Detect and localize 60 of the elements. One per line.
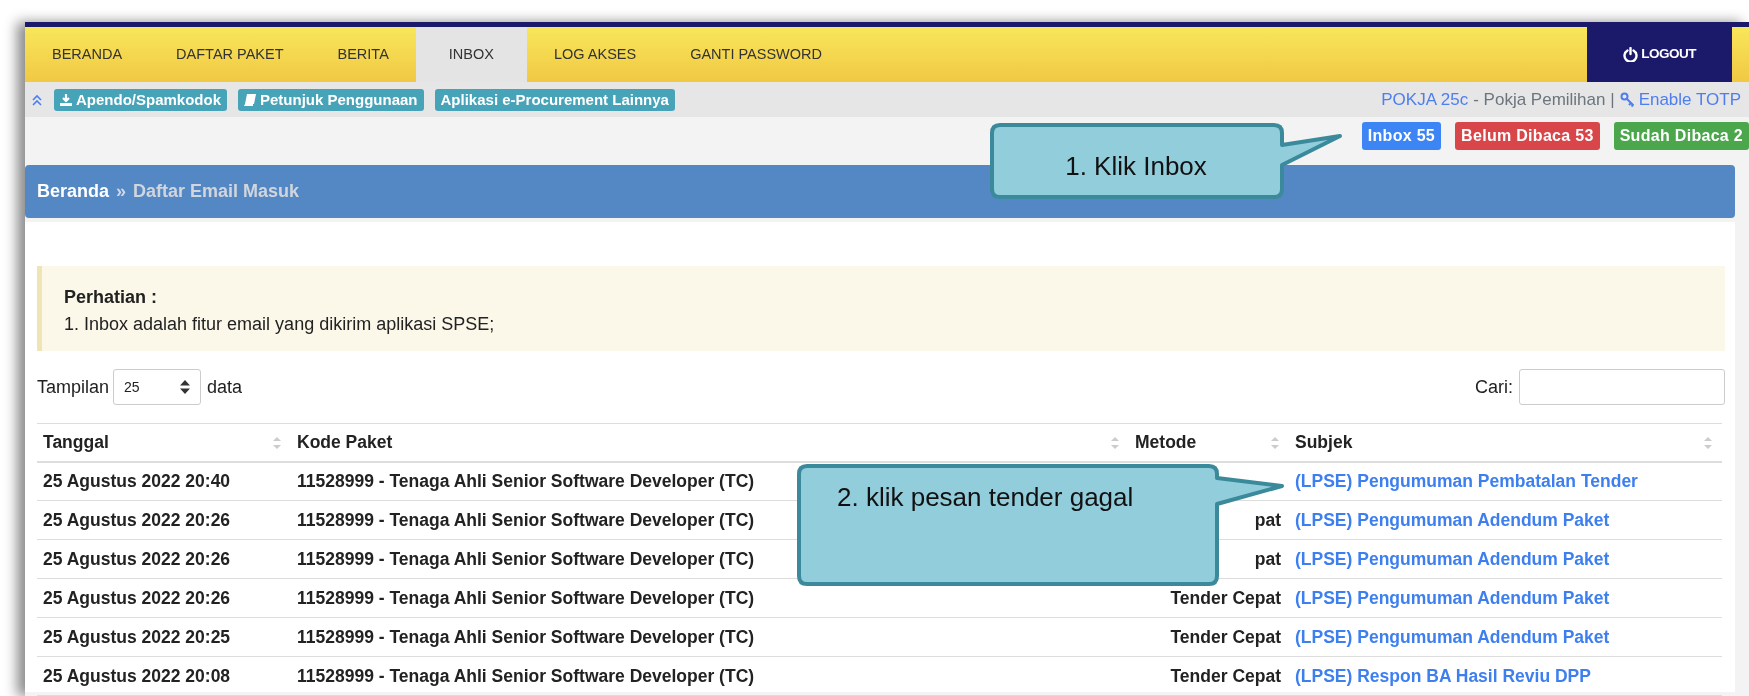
- count-badge[interactable]: Belum Dibaca 53: [1455, 122, 1600, 150]
- subject-link[interactable]: (LPSE) Pengumuman Adendum Paket: [1295, 548, 1610, 569]
- nav-tab[interactable]: LOG AKSES: [526, 27, 664, 82]
- length-label: Tampilan: [37, 375, 110, 399]
- spinner-arrows-icon: [180, 380, 191, 394]
- subject-link[interactable]: (LPSE) Pengumuman Pembatalan Tender: [1295, 471, 1638, 492]
- table-cell: 11528999 - Tenaga Ahli Senior Software Developer (TC): [291, 656, 1129, 696]
- subject-link[interactable]: (LPSE) Respon BA Hasil Reviu DPP: [1295, 665, 1591, 686]
- table-cell: 25 Agustus 2022 20:08: [37, 656, 291, 696]
- table-cell: 11528999 - Tenaga Ahli Senior Software Developer (TC): [291, 617, 1129, 657]
- count-badge[interactable]: Inbox 55: [1361, 122, 1442, 150]
- subject-link[interactable]: (LPSE) Pengumuman Adendum Paket: [1295, 626, 1610, 647]
- table-cell-text: Tender Cepat: [1169, 625, 1281, 649]
- nav-tab[interactable]: BERANDA: [25, 27, 150, 82]
- logout-button[interactable]: LOGOUT: [1587, 27, 1732, 82]
- nav-tab[interactable]: GANTI PASSWORD: [663, 27, 850, 82]
- nav-tab[interactable]: INBOX: [415, 27, 527, 82]
- count-badge[interactable]: Sudah Dibaca 2: [1613, 122, 1749, 150]
- sort-icon: [1111, 436, 1119, 450]
- user-link[interactable]: POKJA 25c: [1381, 86, 1469, 113]
- table-cell: 25 Agustus 2022 20:25: [37, 617, 291, 657]
- column-header[interactable]: Kode Paket: [291, 423, 1129, 462]
- breadcrumb-current: Daftar Email Masuk: [133, 180, 300, 203]
- double-chevron-up-icon: [31, 93, 43, 106]
- table-cell-text: Tender Cepat: [1169, 664, 1281, 688]
- sort-icon: [1704, 436, 1712, 450]
- notice-title: Perhatian :: [64, 286, 159, 309]
- column-header[interactable]: Subjek: [1289, 423, 1722, 462]
- notice-text: 1. Inbox adalah fitur email yang dikirim aplikasi SPSE;: [64, 313, 496, 336]
- search-field[interactable]: [1519, 369, 1725, 405]
- callout-text: 1. Klik Inbox: [1064, 150, 1208, 183]
- column-header[interactable]: Metode: [1129, 423, 1289, 462]
- sort-icon: [273, 436, 281, 450]
- download-icon: [60, 93, 72, 106]
- subject-link[interactable]: (LPSE) Pengumuman Adendum Paket: [1295, 509, 1610, 530]
- table-cell-text: Tender Cepat: [1169, 586, 1281, 610]
- power-icon: [1623, 47, 1639, 62]
- sort-icon: [1271, 436, 1279, 450]
- table-cell-text: pat: [1253, 547, 1281, 571]
- table-cell: 25 Agustus 2022 20:40: [37, 461, 291, 501]
- breadcrumb-separator: »: [116, 180, 127, 203]
- table-cell: 25 Agustus 2022 20:26: [37, 578, 291, 618]
- user-role: - Pokja Pemilihan |: [1473, 88, 1615, 111]
- totp-link[interactable]: Enable TOTP: [1619, 86, 1741, 113]
- toolbar-button[interactable]: Aplikasi e-Procurement Lainnya: [434, 88, 675, 111]
- subject-link[interactable]: (LPSE) Pengumuman Adendum Paket: [1295, 587, 1610, 608]
- breadcrumb-link[interactable]: Beranda: [37, 178, 110, 205]
- toolbar-button[interactable]: Petunjuk Penggunaan: [238, 88, 424, 111]
- page-length-select[interactable]: 25: [113, 369, 202, 405]
- toolbar-button[interactable]: Apendo/Spamkodok: [54, 88, 227, 111]
- length-label: data: [207, 375, 243, 399]
- table-cell: 25 Agustus 2022 20:26: [37, 539, 291, 579]
- book-icon: [244, 93, 256, 106]
- table-cell-text: pat: [1253, 508, 1281, 532]
- nav-tab[interactable]: BERITA: [310, 27, 416, 82]
- column-header[interactable]: Tanggal: [37, 423, 291, 462]
- key-icon: [1619, 92, 1635, 107]
- table-cell: 25 Agustus 2022 20:26: [37, 500, 291, 540]
- nav-tab[interactable]: DAFTAR PAKET: [149, 27, 311, 82]
- search-label: Cari:: [1475, 375, 1513, 399]
